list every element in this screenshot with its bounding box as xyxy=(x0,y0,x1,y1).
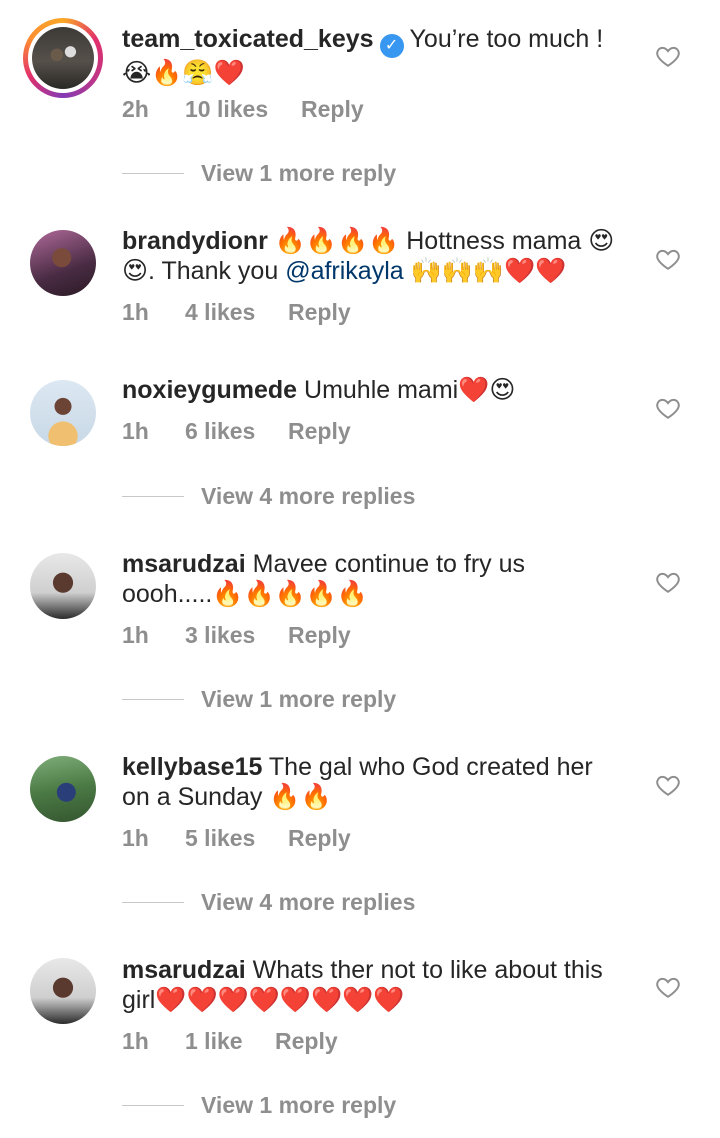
likes-count[interactable]: 1 like xyxy=(185,1026,243,1056)
view-replies-label: View 1 more reply xyxy=(201,686,397,712)
reply-button[interactable]: Reply xyxy=(301,94,364,124)
divider xyxy=(122,902,184,903)
comment-text: brandydionr 🔥🔥🔥🔥 Hottness mama 😍 😍. Than… xyxy=(122,226,642,286)
comment-body: Whats ther not to like about this xyxy=(252,956,603,984)
comment-time: 1h xyxy=(122,418,149,444)
comment-text: noxieygumede Umuhle mami❤️😍 xyxy=(122,375,642,405)
avatar[interactable] xyxy=(30,553,96,619)
verified-badge-icon: ✓ xyxy=(379,34,404,58)
mention-link[interactable]: @afrikayla xyxy=(285,257,403,285)
heart-icon[interactable] xyxy=(655,772,681,798)
reply-button[interactable]: Reply xyxy=(275,1026,338,1056)
username[interactable]: noxieygumede xyxy=(122,376,297,404)
view-replies-label: View 1 more reply xyxy=(201,1092,397,1118)
avatar[interactable] xyxy=(30,230,96,296)
username[interactable]: msarudzai xyxy=(122,550,246,578)
avatar[interactable] xyxy=(23,18,103,98)
heart-icon[interactable] xyxy=(655,43,681,69)
comment-emojis: 🙌🙌🙌❤️❤️ xyxy=(403,257,567,285)
divider xyxy=(122,699,184,700)
username[interactable]: msarudzai xyxy=(122,956,246,984)
username[interactable]: team_toxicated_keys xyxy=(122,25,374,53)
comment-emojis: 😭🔥😤❤️ xyxy=(122,59,245,87)
comment-text: team_toxicated_keys ✓ You’re too much ! 😭🔥… xyxy=(122,24,642,88)
comment-body-2: oooh.....🔥🔥🔥🔥🔥 xyxy=(122,580,368,608)
comment-time: 1h xyxy=(122,1028,149,1054)
reply-button[interactable]: Reply xyxy=(288,297,351,327)
comment-body: Mavee continue to fry us xyxy=(252,550,525,578)
comment-text: msarudzai Whats ther not to like about t… xyxy=(122,955,642,1015)
reply-button[interactable]: Reply xyxy=(288,416,351,446)
likes-count[interactable]: 10 likes xyxy=(185,94,268,124)
username[interactable]: kellybase15 xyxy=(122,753,262,781)
heart-icon[interactable] xyxy=(655,569,681,595)
comment-body-2: on a Sunday 🔥🔥 xyxy=(122,783,332,811)
heart-icon[interactable] xyxy=(655,246,681,272)
reply-button[interactable]: Reply xyxy=(288,620,351,650)
reply-button[interactable]: Reply xyxy=(288,823,351,853)
comment-text: kellybase15 The gal who God created her … xyxy=(122,752,642,812)
likes-count[interactable]: 3 likes xyxy=(185,620,255,650)
view-replies-label: View 4 more replies xyxy=(201,889,416,915)
comment-text: msarudzai Mavee continue to fry us oooh.… xyxy=(122,549,642,609)
likes-count[interactable]: 5 likes xyxy=(185,823,255,853)
comment-body-2: 😍. Thank you xyxy=(122,257,286,285)
avatar[interactable] xyxy=(30,380,96,446)
divider xyxy=(122,496,184,497)
comment-body: The gal who God created her xyxy=(268,753,593,781)
heart-icon[interactable] xyxy=(655,395,681,421)
heart-icon[interactable] xyxy=(655,974,681,1000)
divider xyxy=(122,1105,184,1106)
comment-body: Umuhle mami❤️😍 xyxy=(304,376,516,404)
comment-time: 1h xyxy=(122,825,149,851)
avatar[interactable] xyxy=(30,958,96,1024)
comment-time: 1h xyxy=(122,299,149,325)
view-replies-label: View 4 more replies xyxy=(201,483,416,509)
comment-body-2: girl❤️❤️❤️❤️❤️❤️❤️❤️ xyxy=(122,986,405,1014)
comment-time: 1h xyxy=(122,622,149,648)
divider xyxy=(122,173,184,174)
comment-body: You’re too much ! xyxy=(409,25,604,53)
avatar[interactable] xyxy=(30,756,96,822)
comment-time: 2h xyxy=(122,96,149,122)
comment-body: 🔥🔥🔥🔥 Hottness mama 😍 xyxy=(274,227,615,255)
likes-count[interactable]: 4 likes xyxy=(185,297,255,327)
likes-count[interactable]: 6 likes xyxy=(185,416,255,446)
username[interactable]: brandydionr xyxy=(122,227,268,255)
view-replies-label: View 1 more reply xyxy=(201,160,397,186)
